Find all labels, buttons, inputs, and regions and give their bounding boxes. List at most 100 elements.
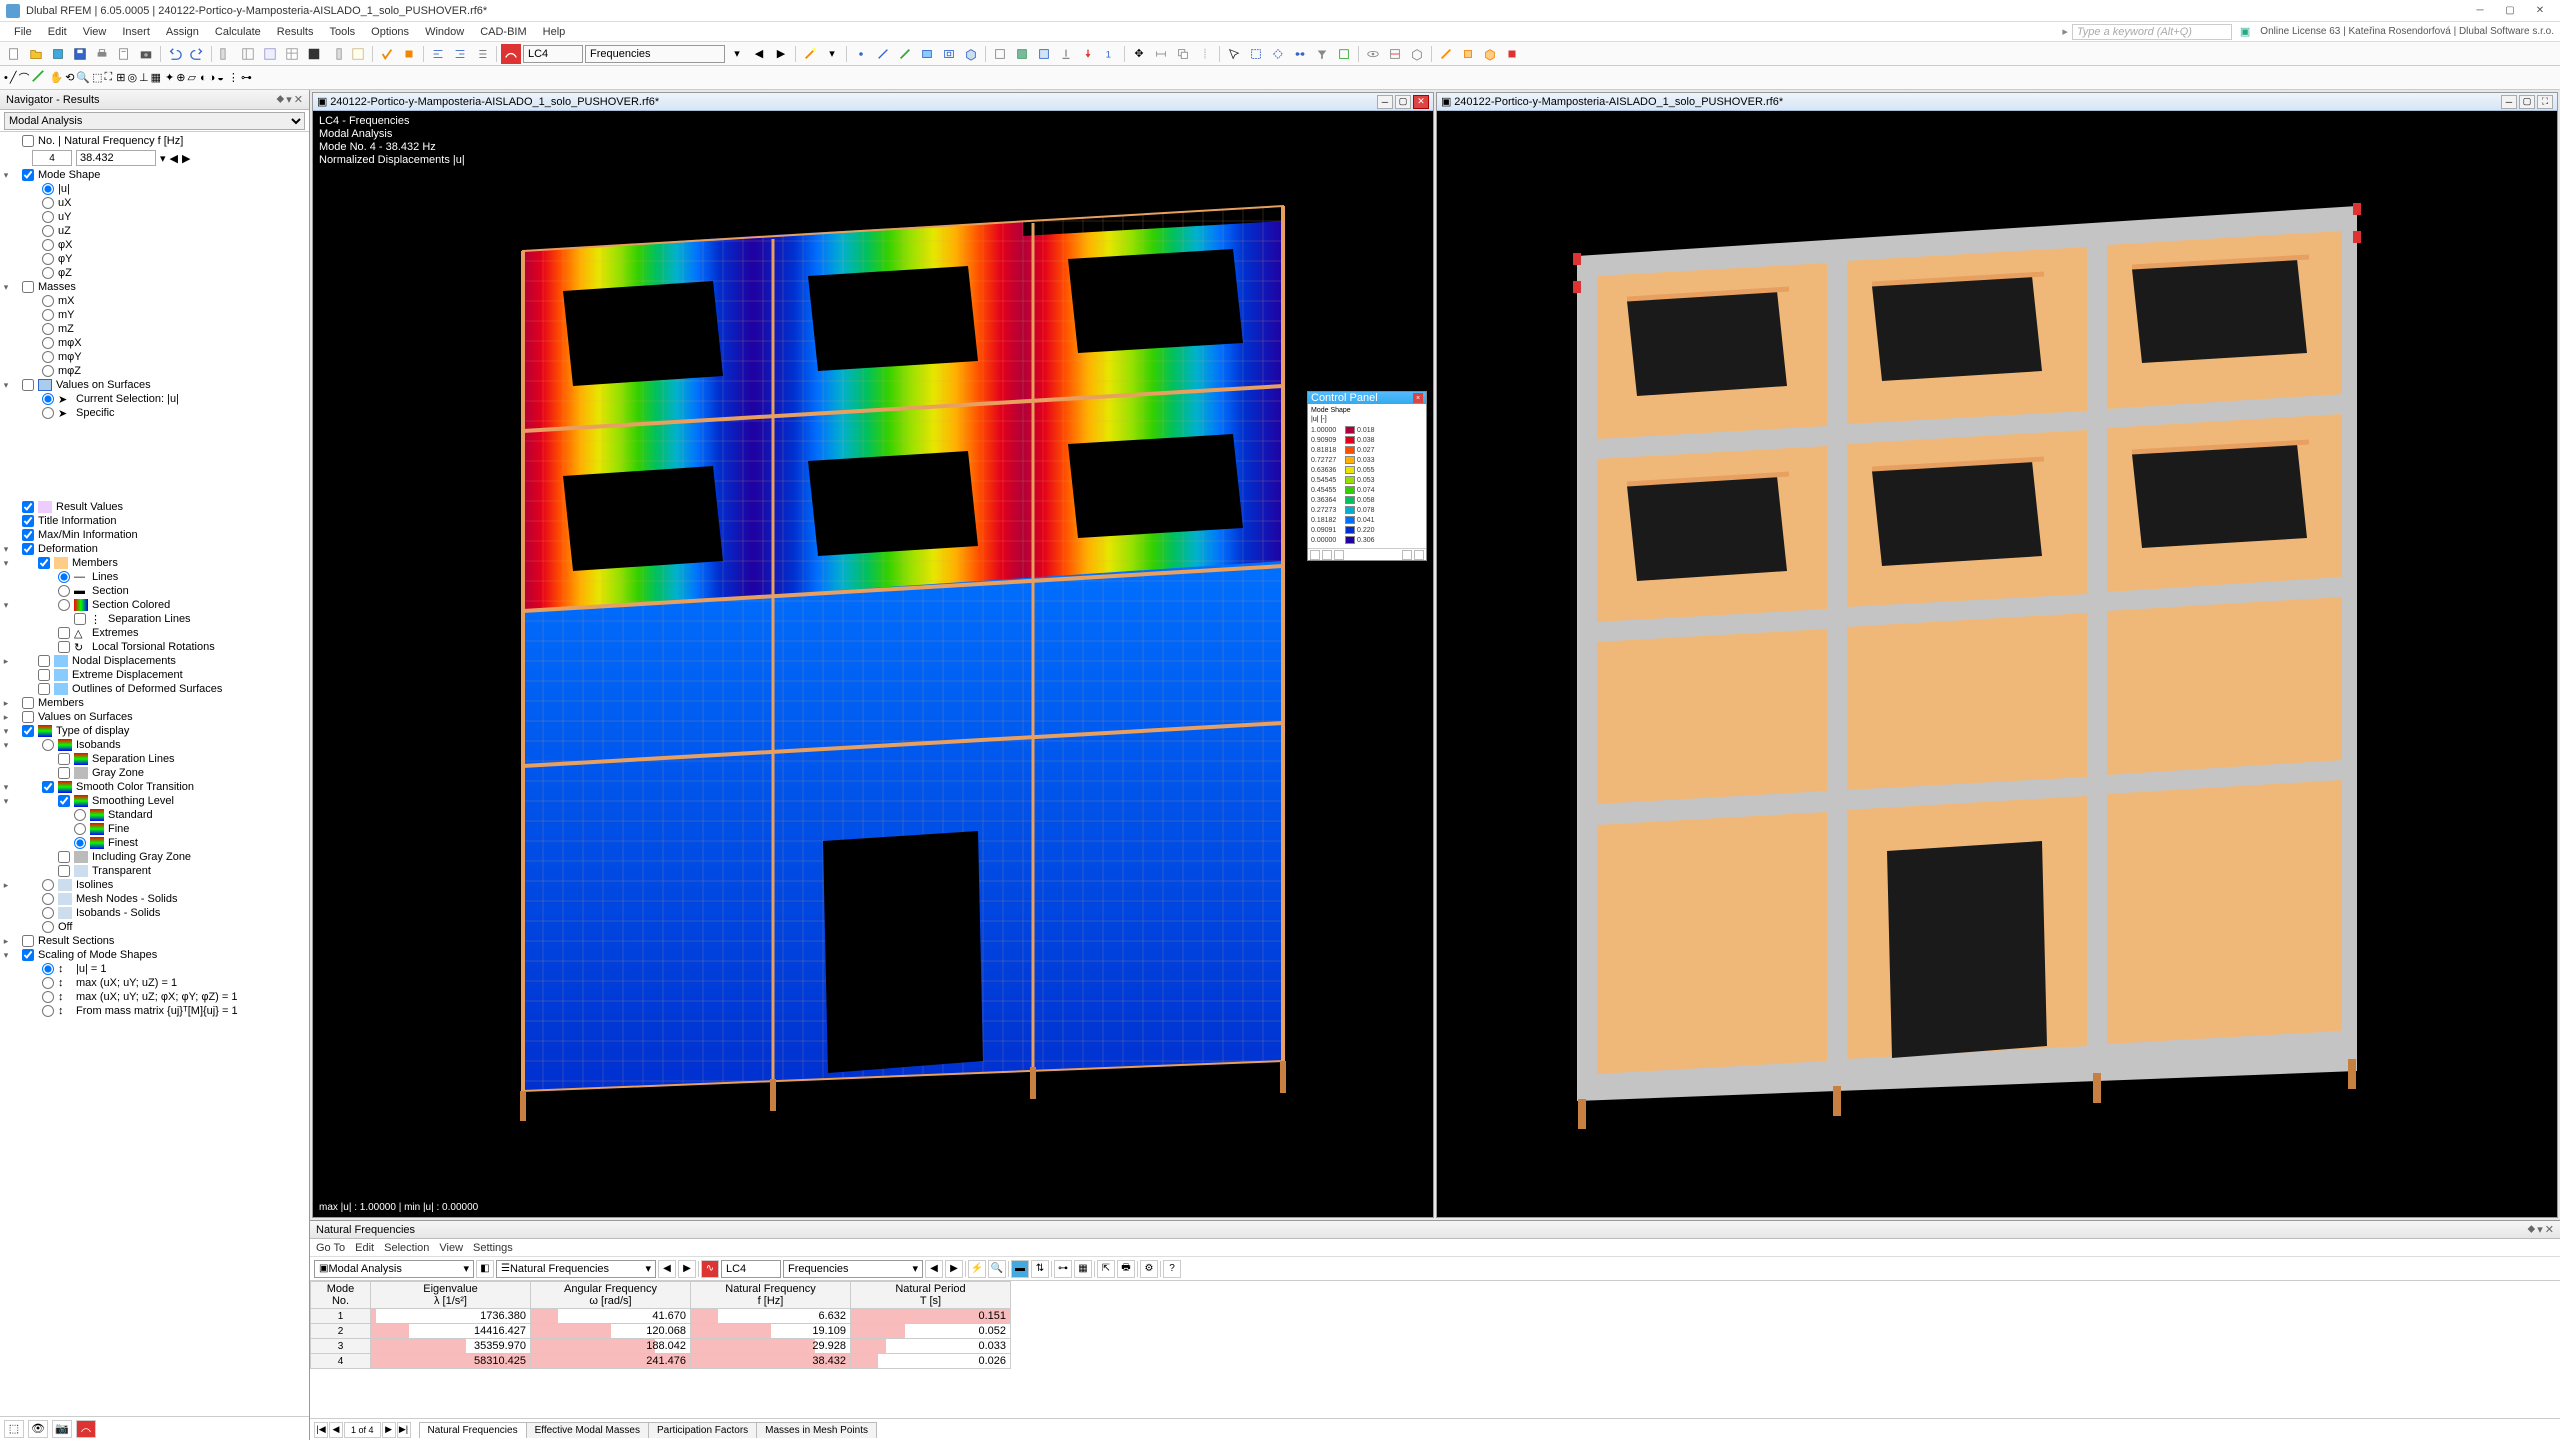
node-button[interactable] xyxy=(851,44,871,64)
rp-icon1[interactable]: ◧ xyxy=(476,1260,494,1278)
hide-button[interactable]: ◐ xyxy=(200,72,207,84)
rp-export-icon[interactable]: ⇱ xyxy=(1097,1260,1115,1278)
cursel-radio[interactable] xyxy=(42,393,54,405)
grid-button[interactable]: ▦ xyxy=(151,71,161,84)
expand-icon[interactable]: ▸ xyxy=(0,712,12,723)
scale-max1-radio[interactable] xyxy=(42,977,54,989)
result-values-check[interactable] xyxy=(22,501,34,513)
menu-edit[interactable]: Edit xyxy=(40,24,75,40)
menu-cadbim[interactable]: CAD-BIM xyxy=(472,24,534,40)
nav-tab-results[interactable] xyxy=(76,1420,96,1438)
mphix-radio[interactable] xyxy=(42,337,54,349)
close-button[interactable]: ✕ xyxy=(2526,2,2554,20)
rp-menu-edit[interactable]: Edit xyxy=(355,1242,374,1254)
rp-extremes-icon[interactable]: ⇅ xyxy=(1031,1260,1049,1278)
snap-object-button[interactable]: ◎ xyxy=(127,71,137,84)
solid-button[interactable] xyxy=(961,44,981,64)
expand-icon[interactable]: ▸ xyxy=(0,880,12,891)
seplines-check[interactable] xyxy=(74,613,86,625)
nav-close-icon[interactable]: ✕ xyxy=(294,93,303,106)
select-poly-button[interactable] xyxy=(1268,44,1288,64)
nav-data-button[interactable] xyxy=(216,44,236,64)
select-filter-button[interactable] xyxy=(1312,44,1332,64)
dimension-button[interactable] xyxy=(1151,44,1171,64)
rp-related-icon[interactable]: ⊶ xyxy=(1054,1260,1072,1278)
rp-settings-icon[interactable]: ⚙ xyxy=(1140,1260,1158,1278)
menu-file[interactable]: File xyxy=(6,24,40,40)
nav-tab-data[interactable]: ⬚ xyxy=(4,1420,24,1438)
view-restore-icon[interactable]: ▢ xyxy=(1395,95,1411,109)
open-button[interactable] xyxy=(26,44,46,64)
title-info-check[interactable] xyxy=(22,515,34,527)
menu-view[interactable]: View xyxy=(75,24,115,40)
select-special-button[interactable] xyxy=(1334,44,1354,64)
inclgray-check[interactable] xyxy=(58,851,70,863)
expand-icon[interactable]: ▾ xyxy=(0,600,12,611)
expand-icon[interactable]: ▸ xyxy=(0,698,12,709)
rp-mode-select[interactable]: ▣ Modal Analysis ▾ xyxy=(314,1260,474,1278)
cp-btn1[interactable] xyxy=(1310,550,1320,560)
lc-selector[interactable]: LC4 xyxy=(523,45,583,63)
tab-modal-masses[interactable]: Effective Modal Masses xyxy=(526,1422,649,1438)
rp-help-icon[interactable]: ? xyxy=(1163,1260,1181,1278)
phiz-radio[interactable] xyxy=(42,267,54,279)
menu-tools[interactable]: Tools xyxy=(321,24,363,40)
smoothlevel-check[interactable] xyxy=(58,795,70,807)
calc-button[interactable] xyxy=(399,44,419,64)
expand-icon[interactable]: ▸ xyxy=(0,656,12,667)
mphiy-radio[interactable] xyxy=(42,351,54,363)
mode-dropdown-icon[interactable]: ▾ xyxy=(160,152,166,165)
menu-calculate[interactable]: Calculate xyxy=(207,24,269,40)
type-display-check[interactable] xyxy=(22,725,34,737)
section-colored-radio[interactable] xyxy=(58,599,70,611)
new-node-button[interactable]: • xyxy=(4,72,8,84)
table-row[interactable]: 1 1736.380 41.670 6.632 0.151 xyxy=(311,1309,1011,1324)
phiy-radio[interactable] xyxy=(42,253,54,265)
cp-btn5[interactable] xyxy=(1414,550,1424,560)
grayzone-check[interactable] xyxy=(58,767,70,779)
view-title-left[interactable]: ▣ 240122-Portico-y-Mamposteria-AISLADO_1… xyxy=(313,93,1433,111)
view-max-icon[interactable]: ⛶ xyxy=(2537,95,2553,109)
viewport-left[interactable]: LC4 - Frequencies Modal Analysis Mode No… xyxy=(313,111,1433,1217)
magic-wand-icon[interactable] xyxy=(800,44,820,64)
report-button[interactable] xyxy=(114,44,134,64)
my-radio[interactable] xyxy=(42,309,54,321)
minimize-button[interactable]: ─ xyxy=(2466,2,2494,20)
expand-icon[interactable]: ▾ xyxy=(0,380,12,391)
expand-icon[interactable]: ▾ xyxy=(0,740,12,751)
isobands-solids-radio[interactable] xyxy=(42,907,54,919)
new-arc-button[interactable]: ⌒ xyxy=(18,70,29,86)
next-lc-button[interactable]: ▶ xyxy=(771,44,791,64)
rp-lc-name[interactable]: Frequencies ▾ xyxy=(783,1260,923,1278)
isolines-radio[interactable] xyxy=(42,879,54,891)
result-sections-check[interactable] xyxy=(22,935,34,947)
redo-button[interactable] xyxy=(187,44,207,64)
block-button[interactable] xyxy=(48,44,68,64)
u-radio[interactable] xyxy=(42,183,54,195)
menu-assign[interactable]: Assign xyxy=(158,24,207,40)
undo-button[interactable] xyxy=(165,44,185,64)
lc-name-selector[interactable]: Frequencies xyxy=(585,45,725,63)
nav-dock-icon[interactable]: ▾ xyxy=(286,93,292,106)
new-member-button[interactable] xyxy=(31,69,45,86)
nav-tab-display[interactable]: 👁 xyxy=(28,1420,48,1438)
origin-button[interactable]: ⊕ xyxy=(176,71,185,84)
view-close-icon[interactable]: ✕ xyxy=(1413,95,1429,109)
outlines-check[interactable] xyxy=(38,683,50,695)
mode-next-icon[interactable]: ▶ xyxy=(182,152,190,165)
view-iso-button[interactable] xyxy=(1407,44,1427,64)
tables-button[interactable] xyxy=(282,44,302,64)
phix-radio[interactable] xyxy=(42,239,54,251)
new-line-button[interactable]: ╱ xyxy=(10,71,17,84)
rp-menu-selection[interactable]: Selection xyxy=(384,1242,429,1254)
expand-icon[interactable]: ▾ xyxy=(0,726,12,737)
expand-icon[interactable]: ▾ xyxy=(0,782,12,793)
solids-sel-button[interactable] xyxy=(1480,44,1500,64)
ortho-button[interactable]: ⊥ xyxy=(139,71,149,84)
page-first-icon[interactable]: |◀ xyxy=(314,1422,328,1438)
uz-radio[interactable] xyxy=(42,225,54,237)
rp-menu-view[interactable]: View xyxy=(439,1242,463,1254)
render-wire-button[interactable] xyxy=(990,44,1010,64)
addon-sel-button[interactable] xyxy=(1502,44,1522,64)
list-button[interactable] xyxy=(472,44,492,64)
